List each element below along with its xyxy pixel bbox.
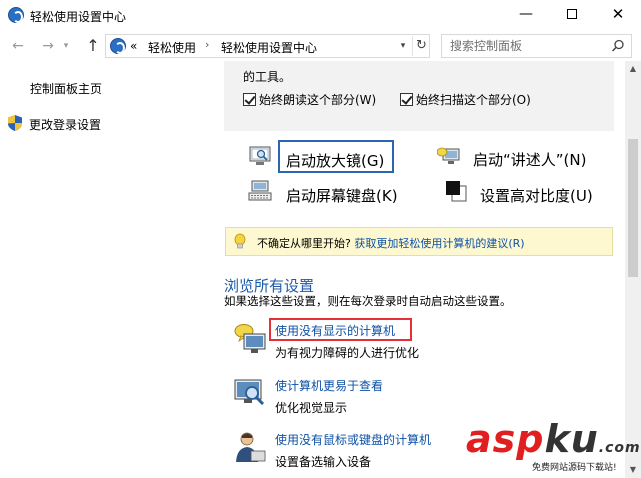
get-recommendations-link[interactable]: 获取更加轻松使用计算机的建议(R): [354, 237, 524, 250]
maximize-button[interactable]: [549, 0, 595, 31]
onscreen-keyboard-icon: [248, 180, 272, 201]
monitor-magnifier-icon: [234, 379, 265, 406]
narrator-icon: [437, 147, 460, 164]
title-bar: 轻松使用设置中心 — ✕: [0, 0, 641, 31]
use-computer-without-display-link[interactable]: 使用没有显示的计算机: [275, 322, 395, 339]
ease-of-access-icon: [8, 7, 24, 23]
uac-shield-icon: [8, 115, 22, 131]
address-dropdown-button[interactable]: ▾: [395, 37, 411, 55]
browse-all-settings-description: 如果选择这些设置，则在每次登录时自动启动这些设置。: [224, 294, 512, 308]
tip-bar: 不确定从哪里开始? 获取更加轻松使用计算机的建议(R): [225, 227, 613, 256]
ease-of-access-icon: [110, 38, 126, 54]
vertical-scrollbar[interactable]: ▲ ▼: [625, 61, 641, 478]
main-pane: 的工具。 始终朗读这个部分(W) 始终扫描这个部分(O) 启动放大镜(G) 启动…: [224, 61, 625, 478]
panel-description-tail: 的工具。: [243, 70, 292, 84]
checkbox-label: 始终朗读这个部分(W): [259, 93, 377, 107]
breadcrumb-overflow[interactable]: «: [130, 39, 137, 53]
search-icon[interactable]: [611, 39, 625, 53]
start-onscreen-keyboard-label: 启动屏幕键盘(K): [286, 187, 398, 205]
tip-prefix: 不确定从哪里开始?: [257, 237, 351, 250]
start-magnifier-label: 启动放大镜(G): [286, 152, 385, 170]
use-computer-without-display-desc: 为有视力障碍的人进行优化: [275, 346, 420, 360]
address-bar[interactable]: « 轻松使用 › 轻松使用设置中心 ▾ ↻: [105, 34, 430, 58]
scrollbar-thumb[interactable]: [628, 139, 638, 277]
set-high-contrast-label: 设置高对比度(U): [480, 187, 593, 205]
close-button[interactable]: ✕: [595, 0, 641, 31]
person-icon: [236, 432, 266, 462]
breadcrumb-ease-of-access[interactable]: 轻松使用: [148, 39, 196, 56]
use-computer-without-mouse-keyboard-link[interactable]: 使用没有鼠标或键盘的计算机: [275, 431, 431, 448]
breadcrumb-ease-center[interactable]: 轻松使用设置中心: [221, 39, 317, 56]
site-watermark: aspku.com 免费网站源码下载站!: [466, 417, 640, 476]
breadcrumb-separator[interactable]: ›: [205, 38, 209, 51]
refresh-button[interactable]: ↻: [412, 36, 430, 56]
start-narrator-label: 启动“讲述人”(N): [473, 151, 587, 169]
back-button[interactable]: ←: [8, 35, 28, 57]
monitor-speech-icon: [234, 324, 266, 353]
forward-button[interactable]: →: [38, 35, 58, 57]
setting-item-easier-to-see: 使计算机更易于查看 优化视觉显示: [233, 376, 613, 416]
magnifier-icon: [249, 146, 271, 165]
checkbox-checked-icon: [400, 93, 413, 106]
watermark-subtitle: 免费网站源码下载站!: [532, 463, 617, 473]
checkbox-label: 始终扫描这个部分(O): [416, 93, 531, 107]
setting-item-without-display: 使用没有显示的计算机 为有视力障碍的人进行优化: [233, 321, 613, 361]
always-scan-checkbox[interactable]: 始终扫描这个部分(O): [400, 91, 531, 108]
left-pane: 控制面板主页 更改登录设置: [0, 61, 224, 478]
window-title: 轻松使用设置中心: [30, 10, 127, 24]
watermark-logo-tld: .com: [598, 440, 641, 456]
tools-area: 启动放大镜(G) 启动“讲述人”(N) 启动屏幕键盘(K) 设置高对比度(U): [224, 131, 614, 215]
address-row: ← → ▾ ↑ « 轻松使用 › 轻松使用设置中心 ▾ ↻: [0, 31, 641, 61]
lightbulb-icon: [234, 233, 246, 249]
high-contrast-icon: [446, 181, 467, 202]
watermark-logo-asp: asp: [466, 417, 545, 461]
use-computer-without-mouse-keyboard-desc: 设置备选输入设备: [275, 455, 372, 469]
tip-text: 不确定从哪里开始? 获取更加轻松使用计算机的建议(R): [257, 235, 525, 251]
always-read-checkbox[interactable]: 始终朗读这个部分(W): [243, 91, 376, 108]
make-computer-easier-to-see-desc: 优化视觉显示: [275, 401, 348, 415]
control-panel-home-link[interactable]: 控制面板主页: [30, 80, 102, 97]
minimize-button[interactable]: —: [503, 0, 549, 31]
watermark-logo-ku: ku: [544, 417, 599, 461]
up-button[interactable]: ↑: [83, 35, 103, 57]
change-login-settings-link[interactable]: 更改登录设置: [29, 116, 101, 133]
checkbox-checked-icon: [243, 93, 256, 106]
maximize-icon: [567, 9, 577, 19]
scroll-up-arrow-icon[interactable]: ▲: [625, 61, 641, 77]
recent-locations-button[interactable]: ▾: [60, 35, 72, 57]
make-computer-easier-to-see-link[interactable]: 使计算机更易于查看: [275, 377, 383, 394]
search-box[interactable]: [441, 34, 632, 58]
search-input[interactable]: [450, 38, 600, 54]
